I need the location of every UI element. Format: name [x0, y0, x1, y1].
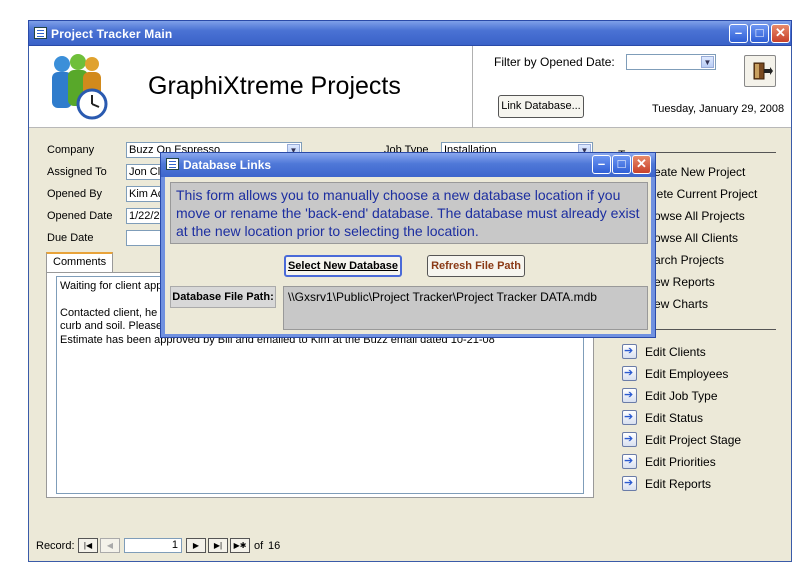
edit-clients-link[interactable]: Edit Clients [645, 345, 706, 359]
view-reports-link[interactable]: ew Reports [654, 275, 715, 289]
dialog-close-button[interactable]: ✕ [632, 155, 651, 174]
record-of-label: of [254, 540, 264, 552]
search-projects-link[interactable]: arch Projects [654, 253, 724, 267]
edit-status-link[interactable]: Edit Status [645, 411, 703, 425]
assigned-to-label: Assigned To [47, 166, 107, 178]
opened-by-label: Opened By [47, 188, 103, 200]
chevron-down-icon[interactable]: ▼ [701, 56, 714, 68]
dialog-titlebar[interactable]: Database Links – □ ✕ [161, 153, 655, 177]
arrow-right-icon[interactable] [622, 366, 637, 381]
filter-date-select[interactable]: ▼ [626, 54, 716, 70]
first-record-button[interactable]: |◀ [78, 538, 98, 553]
close-button[interactable]: ✕ [771, 24, 790, 43]
company-label: Company [47, 144, 95, 156]
main-titlebar[interactable]: Project Tracker Main – □ ✕ [28, 20, 792, 46]
maximize-button[interactable]: □ [750, 24, 769, 43]
link-database-button[interactable]: Link Database... [498, 95, 584, 118]
browse-all-projects-link[interactable]: owse All Projects [654, 209, 745, 223]
edit-priorities-link[interactable]: Edit Priorities [645, 455, 716, 469]
arrow-right-icon[interactable] [622, 432, 637, 447]
last-record-button[interactable]: ▶| [208, 538, 228, 553]
edit-job-type-link[interactable]: Edit Job Type [645, 389, 718, 403]
window-title: Project Tracker Main [51, 27, 173, 41]
arrow-right-icon[interactable] [622, 344, 637, 359]
edit-project-stage-link[interactable]: Edit Project Stage [645, 433, 741, 447]
refresh-file-path-button[interactable]: Refresh File Path [427, 255, 525, 277]
filter-label: Filter by Opened Date: [494, 55, 615, 69]
minimize-button[interactable]: – [729, 24, 748, 43]
database-file-path-label: Database File Path: [170, 286, 276, 308]
exit-door-icon [753, 62, 773, 80]
record-label: Record: [36, 540, 75, 552]
app-title: GraphiXtreme Projects [148, 72, 401, 100]
header-divider [472, 46, 473, 128]
arrow-right-icon[interactable] [622, 410, 637, 425]
exit-button[interactable] [744, 55, 776, 87]
delete-current-project-link[interactable]: lete Current Project [654, 187, 757, 201]
database-file-path-value: \\Gxsrv1\Public\Project Tracker\Project … [283, 286, 648, 330]
next-record-button[interactable]: ▶ [186, 538, 206, 553]
dialog-maximize-button[interactable]: □ [612, 155, 631, 174]
browse-all-clients-link[interactable]: owse All Clients [654, 231, 738, 245]
arrow-right-icon[interactable] [622, 454, 637, 469]
due-date-label: Due Date [47, 232, 94, 244]
create-new-project-link[interactable]: eate New Project [654, 165, 745, 179]
form-icon [166, 158, 179, 170]
prev-record-button[interactable]: ◀ [100, 538, 120, 553]
form-icon [34, 27, 47, 39]
select-new-database-button[interactable]: Select New Database [284, 255, 402, 277]
current-record-field[interactable]: 1 [124, 538, 182, 553]
dialog-title: Database Links [183, 158, 272, 172]
current-date: Tuesday, January 29, 2008 [652, 103, 785, 115]
tab-comments[interactable]: Comments [46, 252, 113, 272]
arrow-right-icon[interactable] [622, 388, 637, 403]
record-total: 16 [268, 540, 281, 552]
dialog-minimize-button[interactable]: – [592, 155, 611, 174]
edit-employees-link[interactable]: Edit Employees [645, 367, 728, 381]
new-record-button[interactable]: ▶✱ [230, 538, 250, 553]
view-charts-link[interactable]: ew Charts [654, 297, 708, 311]
edit-reports-link[interactable]: Edit Reports [645, 477, 711, 491]
opened-date-label: Opened Date [47, 210, 113, 222]
arrow-right-icon[interactable] [622, 476, 637, 491]
dialog-message: This form allows you to manually choose … [170, 182, 648, 244]
people-clock-icon [52, 54, 108, 120]
